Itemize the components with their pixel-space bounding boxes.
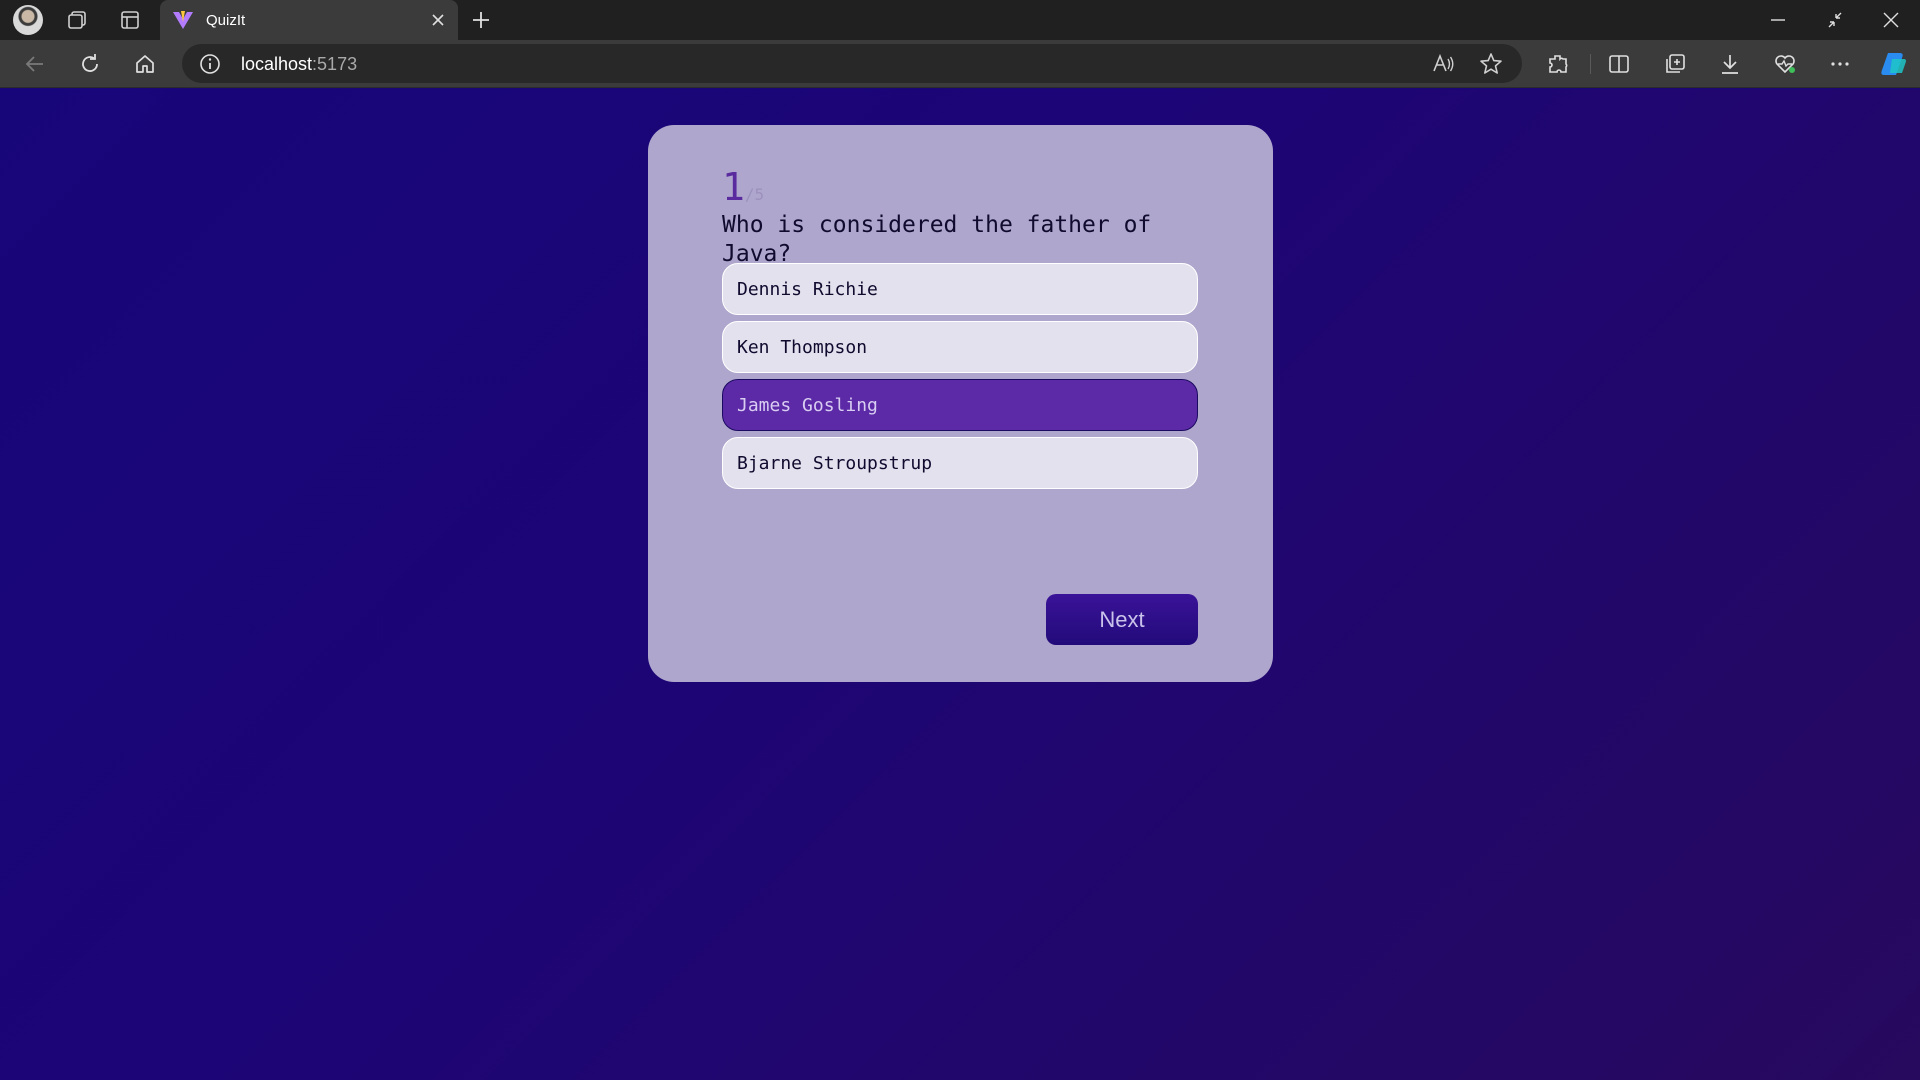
back-icon[interactable] [20, 49, 50, 79]
new-tab-icon[interactable] [467, 6, 495, 34]
workspaces-icon[interactable] [64, 6, 92, 34]
refresh-icon[interactable] [75, 49, 105, 79]
total-questions: /5 [744, 185, 765, 204]
more-icon[interactable] [1825, 49, 1855, 79]
address-bar[interactable]: localhost:5173 [182, 44, 1522, 83]
next-button[interactable]: Next [1046, 594, 1198, 645]
quiz-card: 1/5 Who is considered the father of Java… [648, 125, 1273, 682]
browser-tab-strip: QuizIt [0, 0, 1920, 40]
split-screen-icon[interactable] [1604, 49, 1634, 79]
restore-icon[interactable] [1817, 5, 1853, 35]
browser-toolbar: localhost:5173 [0, 40, 1920, 88]
read-aloud-icon[interactable] [1430, 51, 1456, 77]
url-host: localhost [241, 54, 313, 74]
url-port: :5173 [312, 54, 358, 74]
favorite-icon[interactable] [1478, 51, 1504, 77]
answer-option[interactable]: Ken Thompson [722, 321, 1198, 373]
current-question-number: 1 [722, 165, 745, 209]
answer-option[interactable]: Dennis Richie [722, 263, 1198, 315]
url-text: localhost:5173 [241, 54, 357, 75]
collections-icon[interactable] [1660, 49, 1690, 79]
downloads-icon[interactable] [1715, 49, 1745, 79]
profile-avatar[interactable] [13, 5, 43, 35]
active-tab[interactable]: QuizIt [160, 0, 458, 40]
site-info-icon[interactable] [199, 53, 221, 75]
tab-actions-icon[interactable] [116, 6, 144, 34]
page-background: 1/5 Who is considered the father of Java… [0, 89, 1920, 1080]
answer-option[interactable]: Bjarne Stroupstrup [722, 437, 1198, 489]
extensions-icon[interactable] [1543, 49, 1573, 79]
toolbar-separator [1590, 54, 1591, 74]
question-text: Who is considered the father of Java? [722, 212, 1152, 267]
question-counter: 1/5 [722, 165, 764, 209]
answer-option-selected[interactable]: James Gosling [722, 379, 1198, 431]
tab-title: QuizIt [206, 11, 246, 29]
home-icon[interactable] [130, 49, 160, 79]
app-favicon [173, 11, 193, 29]
close-window-icon[interactable] [1873, 5, 1909, 35]
minimize-icon[interactable] [1760, 5, 1796, 35]
close-tab-icon[interactable] [428, 10, 448, 30]
copilot-icon[interactable] [1878, 49, 1908, 79]
performance-icon[interactable] [1770, 49, 1800, 79]
